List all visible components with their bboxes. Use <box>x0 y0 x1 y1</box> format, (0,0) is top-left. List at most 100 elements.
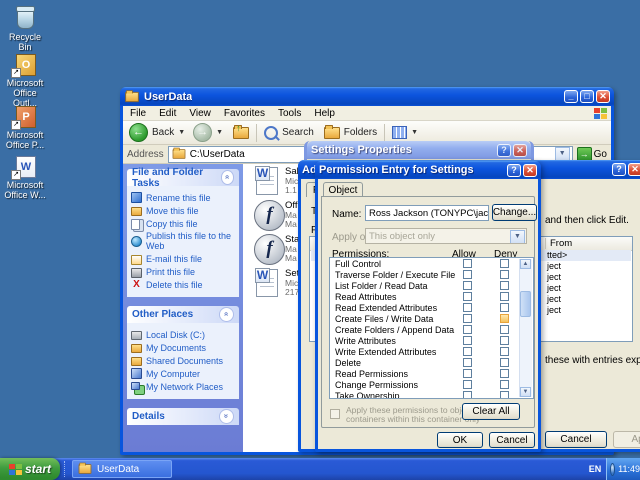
start-button[interactable]: start <box>0 458 60 480</box>
clock[interactable]: 11:49 <box>618 464 640 474</box>
close-button[interactable]: ✕ <box>523 164 537 177</box>
maximize-button[interactable]: □ <box>580 90 594 103</box>
views-dropdown-icon[interactable]: ▼ <box>411 129 418 136</box>
menu-tools[interactable]: Tools <box>278 108 301 119</box>
ok-button[interactable]: OK <box>437 432 483 448</box>
permission-titlebar[interactable]: Permission Entry for Settings ? ✕ <box>315 161 541 179</box>
help-button[interactable]: ? <box>497 144 511 157</box>
task-publish-file[interactable]: Publish this file to the Web <box>131 231 237 251</box>
place-shared-documents[interactable]: Shared Documents <box>131 355 237 366</box>
back-dropdown-icon[interactable]: ▼ <box>178 129 185 136</box>
allow-checkbox[interactable] <box>463 259 472 268</box>
forward-button[interactable]: → <box>193 123 212 142</box>
permission-row: Read Extended Attributes <box>330 302 533 313</box>
close-button[interactable]: ✕ <box>513 144 527 157</box>
chevron-up-icon[interactable]: « <box>219 307 234 322</box>
shortcut-arrow-icon: ↗ <box>11 120 21 130</box>
clear-all-button[interactable]: Clear All <box>462 403 520 420</box>
name-field[interactable]: Ross Jackson (TONYPC\jacksonr) <box>365 205 489 221</box>
change-button[interactable]: Change... <box>492 204 537 221</box>
cancel-button[interactable]: Cancel <box>489 432 535 448</box>
allow-checkbox[interactable] <box>463 347 472 356</box>
flash-file-icon: f <box>254 234 285 265</box>
allow-checkbox[interactable] <box>463 380 472 389</box>
publish-web-icon <box>131 236 142 247</box>
folders-icon[interactable] <box>324 127 340 139</box>
back-button[interactable]: ← <box>129 123 148 142</box>
task-rename-file[interactable]: Rename this file <box>131 192 237 203</box>
deny-checkbox[interactable] <box>500 303 509 312</box>
language-indicator[interactable]: EN <box>586 461 604 477</box>
place-local-disk[interactable]: Local Disk (C:) <box>131 329 237 340</box>
deny-checkbox[interactable] <box>500 391 509 399</box>
desktop-icon-office-word[interactable]: W↗ MicrosoftOffice W... <box>2 154 48 200</box>
search-icon[interactable] <box>264 126 278 140</box>
minimize-button[interactable]: _ <box>564 90 578 103</box>
scrollbar[interactable]: ▲ ▼ <box>519 259 532 397</box>
allow-checkbox[interactable] <box>463 369 472 378</box>
forward-dropdown-icon[interactable]: ▼ <box>216 129 223 136</box>
up-button[interactable]: ↑ <box>233 127 249 139</box>
section-header[interactable]: Details « <box>127 408 239 425</box>
menu-bar: File Edit View Favorites Tools Help <box>123 106 611 121</box>
deny-checkbox[interactable] <box>500 281 509 290</box>
task-print-file[interactable]: Print this file <box>131 266 237 277</box>
deny-checkbox[interactable] <box>500 380 509 389</box>
deny-checkbox[interactable] <box>500 347 509 356</box>
allow-checkbox[interactable] <box>463 303 472 312</box>
section-header[interactable]: File and Folder Tasks « <box>127 169 239 186</box>
help-button[interactable]: ? <box>612 163 626 176</box>
deny-checkbox[interactable] <box>500 292 509 301</box>
deny-checkbox[interactable] <box>500 325 509 334</box>
scrollbar-thumb[interactable] <box>520 291 531 317</box>
tray-icon[interactable] <box>610 463 615 476</box>
explorer-titlebar[interactable]: UserData _ □ ✕ <box>120 87 614 106</box>
chevron-up-icon[interactable]: « <box>221 170 234 185</box>
menu-help[interactable]: Help <box>314 108 335 119</box>
task-delete-file[interactable]: XDelete this file <box>131 279 237 290</box>
deny-checkbox[interactable] <box>500 369 509 378</box>
deny-checkbox[interactable] <box>500 270 509 279</box>
desktop-icon-office-outlook[interactable]: O↗ MicrosoftOffice Outl... <box>2 52 48 108</box>
deny-checkbox[interactable] <box>500 259 509 268</box>
allow-checkbox[interactable] <box>463 336 472 345</box>
folder-icon <box>131 342 142 353</box>
help-button[interactable]: ? <box>507 164 521 177</box>
allow-checkbox[interactable] <box>463 314 472 323</box>
permissions-list[interactable]: Full Control Traverse Folder / Execute F… <box>329 257 534 399</box>
allow-checkbox[interactable] <box>463 358 472 367</box>
place-my-network[interactable]: My Network Places <box>131 381 237 392</box>
task-move-file[interactable]: Move this file <box>131 205 237 216</box>
close-button[interactable]: ✕ <box>628 163 640 176</box>
place-my-documents[interactable]: My Documents <box>131 342 237 353</box>
scroll-down-icon[interactable]: ▼ <box>520 387 531 397</box>
place-my-computer[interactable]: My Computer <box>131 368 237 379</box>
deny-checkbox[interactable] <box>500 358 509 367</box>
deny-checkbox[interactable] <box>500 336 509 345</box>
close-button[interactable]: ✕ <box>596 90 610 103</box>
allow-checkbox[interactable] <box>463 325 472 334</box>
task-email-file[interactable]: E-mail this file <box>131 253 237 264</box>
desktop-icon-recycle-bin[interactable]: Recycle Bin <box>2 6 48 52</box>
allow-checkbox[interactable] <box>463 391 472 399</box>
menu-favorites[interactable]: Favorites <box>224 108 265 119</box>
views-icon[interactable] <box>392 126 407 139</box>
menu-edit[interactable]: Edit <box>159 108 176 119</box>
chevron-down-icon[interactable]: « <box>219 409 234 424</box>
desktop-icon-office-p[interactable]: P↗ MicrosoftOffice P... <box>2 104 48 150</box>
taskbar-button-userdata[interactable]: UserData <box>72 460 172 478</box>
allow-checkbox[interactable] <box>463 292 472 301</box>
task-copy-file[interactable]: Copy this file <box>131 218 237 229</box>
menu-file[interactable]: File <box>130 108 146 119</box>
search-label[interactable]: Search <box>282 127 314 138</box>
tab-object[interactable]: Object <box>323 182 363 197</box>
scroll-up-icon[interactable]: ▲ <box>520 259 531 269</box>
cancel-button[interactable]: Cancel <box>545 431 607 448</box>
properties-titlebar[interactable]: Settings Properties ? ✕ <box>307 141 531 159</box>
deny-checkbox-highlighted[interactable] <box>500 314 509 323</box>
allow-checkbox[interactable] <box>463 281 472 290</box>
allow-checkbox[interactable] <box>463 270 472 279</box>
folders-label[interactable]: Folders <box>344 127 377 138</box>
menu-view[interactable]: View <box>189 108 211 119</box>
section-header[interactable]: Other Places « <box>127 306 239 323</box>
